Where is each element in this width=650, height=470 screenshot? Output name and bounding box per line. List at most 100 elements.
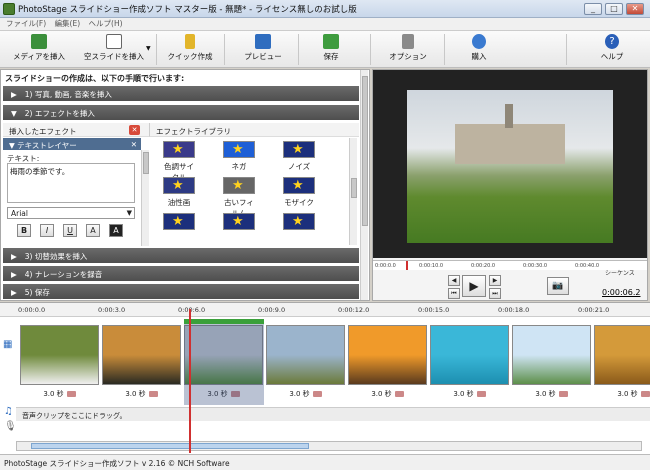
star-icon: ★: [232, 214, 244, 229]
step-5-header[interactable]: ▶ 5) 保存: [3, 284, 359, 299]
play-button[interactable]: ▶: [462, 275, 486, 297]
preview-button[interactable]: プレビュー: [234, 33, 292, 66]
effect-tile[interactable]: ★ ノイズ: [281, 141, 317, 172]
text-input[interactable]: 梅雨の季節です。: [7, 163, 135, 203]
toolbar-separator: [156, 34, 157, 65]
effect-bar[interactable]: [184, 319, 264, 324]
timecode: 0:00:06.2: [602, 288, 641, 297]
clip-duration[interactable]: 3.0 秒: [594, 389, 650, 399]
video-track-icon: ▦: [3, 339, 13, 350]
duration-adjust-icon[interactable]: [394, 391, 404, 397]
library-scrollbar[interactable]: [349, 138, 357, 245]
clip-thumbnail[interactable]: [20, 325, 99, 385]
duration-adjust-icon[interactable]: [558, 391, 568, 397]
video-track: 3.0 秒 3.0 秒 3.0 秒 3.0 秒 3.0 秒 3.0 秒 3.0 秒 3.0 秒: [16, 319, 650, 405]
clip-thumbnail[interactable]: [594, 325, 650, 385]
insert-blank-slide-button[interactable]: 空スライドを挿入 ▼: [74, 33, 154, 66]
step-2-header[interactable]: ▼ 2) エフェクトを挿入: [3, 105, 359, 120]
help-button[interactable]: ? ヘルプ: [590, 33, 634, 66]
go-start-button[interactable]: ⏮: [448, 288, 460, 299]
effect-tile[interactable]: ★ 油性画: [161, 177, 197, 208]
duration-adjust-icon[interactable]: [640, 391, 650, 397]
effects-scrollbar[interactable]: [141, 150, 149, 246]
snapshot-camera-button[interactable]: 📷: [547, 277, 569, 295]
duration-adjust-icon[interactable]: [476, 391, 486, 397]
text-color-button[interactable]: A: [86, 224, 100, 237]
step-label: 切替効果を挿入: [34, 252, 88, 261]
dropdown-arrow-icon[interactable]: ▼: [146, 45, 151, 52]
effect-item-label: テキストレイヤー: [17, 141, 77, 150]
duration-adjust-icon[interactable]: [66, 391, 76, 397]
scrubber-tick: 0:00:40.0: [575, 263, 600, 269]
minimize-button[interactable]: _: [584, 3, 602, 15]
help-icon: ?: [605, 34, 619, 49]
background-color-button[interactable]: A: [109, 224, 123, 237]
effect-tile[interactable]: ★: [281, 213, 317, 233]
options-button[interactable]: オプション: [380, 33, 436, 66]
star-icon: ★: [292, 178, 304, 193]
scrubber-tick: 0:00:0.0: [375, 263, 396, 269]
next-frame-button[interactable]: ▶: [489, 275, 501, 286]
scrubber-cursor[interactable]: [406, 261, 408, 270]
italic-button[interactable]: I: [40, 224, 54, 237]
underline-button[interactable]: U: [63, 224, 77, 237]
close-button[interactable]: ✕: [626, 3, 644, 15]
prev-frame-button[interactable]: ◀: [448, 275, 460, 286]
star-icon: ★: [172, 214, 184, 229]
tasks-scrollbar[interactable]: [360, 70, 368, 300]
media-icon: [31, 34, 47, 49]
clip-thumbnail[interactable]: [430, 325, 509, 385]
step-4-header[interactable]: ▶ 4) ナレーションを録音: [3, 266, 359, 281]
inserted-effects-header: 挿入したエフェクト: [3, 123, 149, 137]
duration-adjust-icon[interactable]: [148, 391, 158, 397]
clip-thumbnail[interactable]: [266, 325, 345, 385]
buy-label: 購入: [471, 52, 487, 61]
maximize-button[interactable]: □: [605, 3, 623, 15]
scroll-thumb[interactable]: [31, 443, 309, 449]
duration-adjust-icon[interactable]: [312, 391, 322, 397]
blank-slide-icon: [106, 34, 122, 49]
duration-label: 3.0 秒: [125, 390, 146, 398]
title-bar: PhotoStage スライドショー作成ソフト マスター版 - 無題* - ライ…: [0, 0, 650, 18]
bold-button[interactable]: B: [17, 224, 31, 237]
insert-media-button[interactable]: メディアを挿入: [4, 33, 74, 66]
clip-thumbnail[interactable]: [348, 325, 427, 385]
effect-tile[interactable]: ★ ネガ: [221, 141, 257, 172]
clip-duration[interactable]: 3.0 秒: [20, 389, 99, 399]
font-value: Arial: [11, 209, 28, 218]
playhead[interactable]: [189, 309, 191, 453]
buy-button[interactable]: 購入: [454, 33, 504, 66]
clip-thumbnail[interactable]: [512, 325, 591, 385]
options-label: オプション: [389, 52, 427, 61]
delete-effect-button[interactable]: ✕: [129, 125, 140, 135]
step-1-header[interactable]: ▶ 1) 写真, 動画, 音楽を挿入: [3, 86, 359, 101]
ruler-tick: 0:00:0.0: [18, 306, 46, 314]
menu-help[interactable]: ヘルプ(H): [89, 19, 123, 28]
effect-tile[interactable]: ★ モザイク: [281, 177, 317, 208]
clip-duration[interactable]: 3.0 秒: [430, 389, 509, 399]
effect-tile[interactable]: ★: [221, 213, 257, 233]
timeline-ruler[interactable]: 0:00:0.0 0:00:3.0 0:00:6.0 0:00:9.0 0:00…: [0, 303, 650, 317]
clip-thumbnail[interactable]: [102, 325, 181, 385]
clip-duration[interactable]: 3.0 秒: [266, 389, 345, 399]
close-effect-icon[interactable]: ✕: [131, 140, 137, 149]
timeline-scrollbar[interactable]: [16, 441, 642, 451]
clip-duration[interactable]: 3.0 秒: [512, 389, 591, 399]
scroll-thumb[interactable]: [143, 152, 149, 174]
effect-thumbnail: ★: [283, 177, 315, 194]
menu-file[interactable]: ファイル(F): [6, 19, 46, 28]
audio-track[interactable]: 音声クリップをここにドラッグ。: [16, 407, 650, 421]
scroll-thumb[interactable]: [351, 178, 357, 198]
save-button[interactable]: 保存: [306, 33, 356, 66]
quick-create-button[interactable]: クイック作成: [160, 33, 220, 66]
clip-duration[interactable]: 3.0 秒: [348, 389, 427, 399]
step-3-header[interactable]: ▶ 3) 切替効果を挿入: [3, 248, 359, 263]
step-number: 5): [24, 288, 33, 297]
scroll-thumb[interactable]: [362, 76, 368, 226]
clip-duration[interactable]: 3.0 秒: [102, 389, 181, 399]
effect-tile[interactable]: ★: [161, 213, 197, 233]
font-select[interactable]: Arial ▼: [7, 207, 135, 219]
go-end-button[interactable]: ⏭: [489, 288, 501, 299]
inserted-effect-item[interactable]: ▼ テキストレイヤー ✕: [3, 138, 141, 150]
menu-edit[interactable]: 編集(E): [55, 19, 81, 28]
